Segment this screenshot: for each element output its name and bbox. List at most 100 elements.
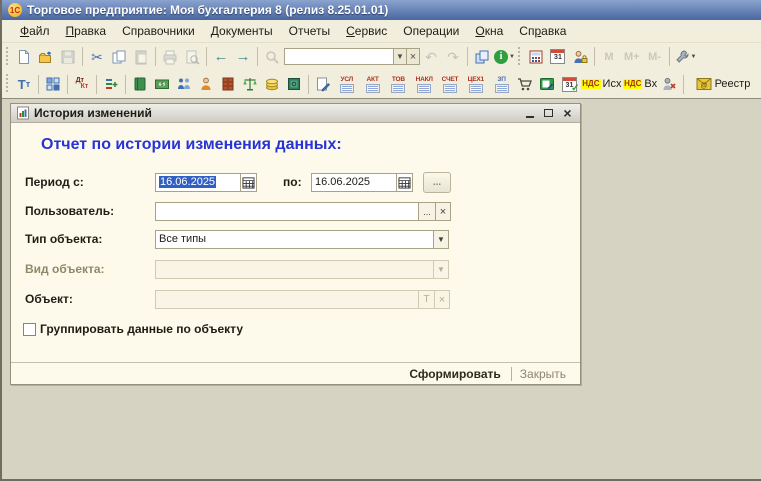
toolbar-standard: ✂ ← → ▼ × ↶ ↷ i▼ 31 M M+ M- ▼ (2, 43, 761, 70)
totals-button[interactable] (100, 73, 122, 95)
vat-outgoing-button[interactable]: НДСИсх (580, 73, 622, 95)
object-clear-button[interactable]: × (434, 290, 450, 309)
search-button[interactable] (261, 46, 283, 68)
doc-salary-button[interactable]: ЗП (489, 73, 515, 95)
menu-windows[interactable]: Окна (467, 22, 511, 40)
user-delete-button[interactable] (658, 73, 680, 95)
doc-act-button[interactable]: АКТ (360, 73, 386, 95)
date-to-input[interactable]: 16.06.2025 (311, 173, 397, 192)
scales-button[interactable] (239, 73, 261, 95)
toolbar-separator (38, 75, 39, 94)
employees-button[interactable] (195, 73, 217, 95)
service-settings-button[interactable]: ▼ (673, 46, 698, 68)
cash-button[interactable]: $ (151, 73, 173, 95)
safe-button[interactable] (283, 73, 305, 95)
group-checkbox[interactable] (23, 323, 36, 336)
date-from-picker-button[interactable] (240, 173, 257, 192)
object-type-select[interactable]: Все типы (155, 230, 434, 249)
forward-button[interactable]: → (232, 46, 254, 68)
print-preview-button[interactable] (181, 46, 203, 68)
object-kind-select[interactable] (155, 260, 434, 279)
doc-invoice-button[interactable]: НАКЛ (411, 73, 437, 95)
menu-operations[interactable]: Операции (395, 22, 467, 40)
menu-documents[interactable]: Документы (203, 22, 281, 40)
menu-reports[interactable]: Отчеты (281, 22, 338, 40)
notepad-button[interactable] (536, 73, 558, 95)
edit-document-button[interactable] (312, 73, 334, 95)
search-clear-button[interactable]: × (407, 48, 420, 65)
find-previous-button[interactable]: ↶ (420, 46, 442, 68)
vat-incoming-button[interactable]: НДСВх (622, 73, 658, 95)
copy-window-button[interactable] (471, 46, 493, 68)
coins-button[interactable] (261, 73, 283, 95)
registry-email-button[interactable]: @Реестр (687, 73, 759, 95)
user-row: Пользователь: ... × (11, 202, 580, 222)
toolbar-grip[interactable] (517, 47, 522, 67)
menu-service[interactable]: Сервис (338, 22, 395, 40)
object-kind-row: Вид объекта: ▼ (11, 260, 580, 280)
report-heading: Отчет по истории изменения данных: (41, 136, 342, 154)
cut-button[interactable]: ✂ (86, 46, 108, 68)
menu-file[interactable]: Файл (12, 22, 58, 40)
minimize-button[interactable] (522, 107, 537, 120)
window-layout-button[interactable] (42, 73, 64, 95)
chevron-down-icon: ▼ (509, 54, 515, 60)
find-next-button[interactable]: ↷ (442, 46, 464, 68)
date-to-picker-button[interactable] (396, 173, 413, 192)
calendar-check-button[interactable]: 31✓ (558, 73, 580, 95)
search-input[interactable] (284, 48, 394, 65)
close-button[interactable]: × (560, 107, 575, 120)
memory-recall-button[interactable]: M (598, 46, 620, 68)
toolbar-grip[interactable] (5, 47, 10, 67)
toolbar-grip[interactable] (5, 74, 10, 94)
object-label: Объект: (25, 292, 73, 306)
calculator-button[interactable] (525, 46, 547, 68)
toolbar-separator (669, 47, 670, 66)
chevron-down-icon: ▼ (691, 54, 697, 60)
object-text-button[interactable]: T (418, 290, 435, 309)
save-button[interactable] (57, 46, 79, 68)
counterparties-button[interactable] (173, 73, 195, 95)
doc-goods-button[interactable]: ТОВ (385, 73, 411, 95)
new-document-button[interactable] (13, 46, 35, 68)
dialog-command-bar: Сформировать Закрыть (11, 362, 580, 384)
copy-button[interactable] (108, 46, 130, 68)
reference-book-button[interactable] (129, 73, 151, 95)
period-label: Период с: (25, 175, 84, 189)
doc-services-button[interactable]: УСЛ (334, 73, 360, 95)
document-icon (391, 84, 405, 93)
user-input[interactable] (155, 202, 419, 221)
memory-subtract-button[interactable]: M- (644, 46, 666, 68)
calendar-button[interactable]: 31 (547, 46, 569, 68)
period-options-button[interactable]: ... (423, 172, 451, 193)
close-dialog-button[interactable]: Закрыть (512, 365, 574, 383)
app-window: 1С Торговое предприятие: Моя бухгалтерия… (0, 0, 761, 481)
user-lock-button[interactable] (569, 46, 591, 68)
doc-workshop-button[interactable]: ЦЕХ1 (463, 73, 489, 95)
memory-add-button[interactable]: M+ (620, 46, 644, 68)
info-button[interactable]: i▼ (493, 46, 516, 68)
font-settings-button[interactable]: Тт (13, 73, 35, 95)
doc-account-button[interactable]: СЧЕТ (437, 73, 463, 95)
menu-edit[interactable]: Правка (58, 22, 115, 40)
print-button[interactable] (159, 46, 181, 68)
user-select-button[interactable]: ... (418, 202, 436, 221)
object-type-dropdown-button[interactable]: ▼ (433, 230, 449, 249)
dialog-titlebar[interactable]: История изменений × (11, 104, 580, 123)
date-from-input[interactable]: 16.06.2025 (155, 173, 241, 192)
menu-references[interactable]: Справочники (114, 22, 203, 40)
menu-help[interactable]: Справка (511, 22, 574, 40)
generate-button[interactable]: Сформировать (399, 365, 510, 383)
document-icon (469, 84, 483, 93)
paste-button[interactable] (130, 46, 152, 68)
back-button[interactable]: ← (210, 46, 232, 68)
archive-cabinet-button[interactable] (217, 73, 239, 95)
debit-credit-button[interactable]: ДтКт (71, 73, 93, 95)
cart-button[interactable] (514, 73, 536, 95)
search-dropdown-button[interactable]: ▼ (394, 48, 407, 65)
object-input[interactable] (155, 290, 419, 309)
maximize-button[interactable] (541, 107, 556, 120)
user-clear-button[interactable]: × (435, 202, 451, 221)
open-button[interactable] (35, 46, 57, 68)
object-kind-dropdown-button[interactable]: ▼ (433, 260, 449, 279)
